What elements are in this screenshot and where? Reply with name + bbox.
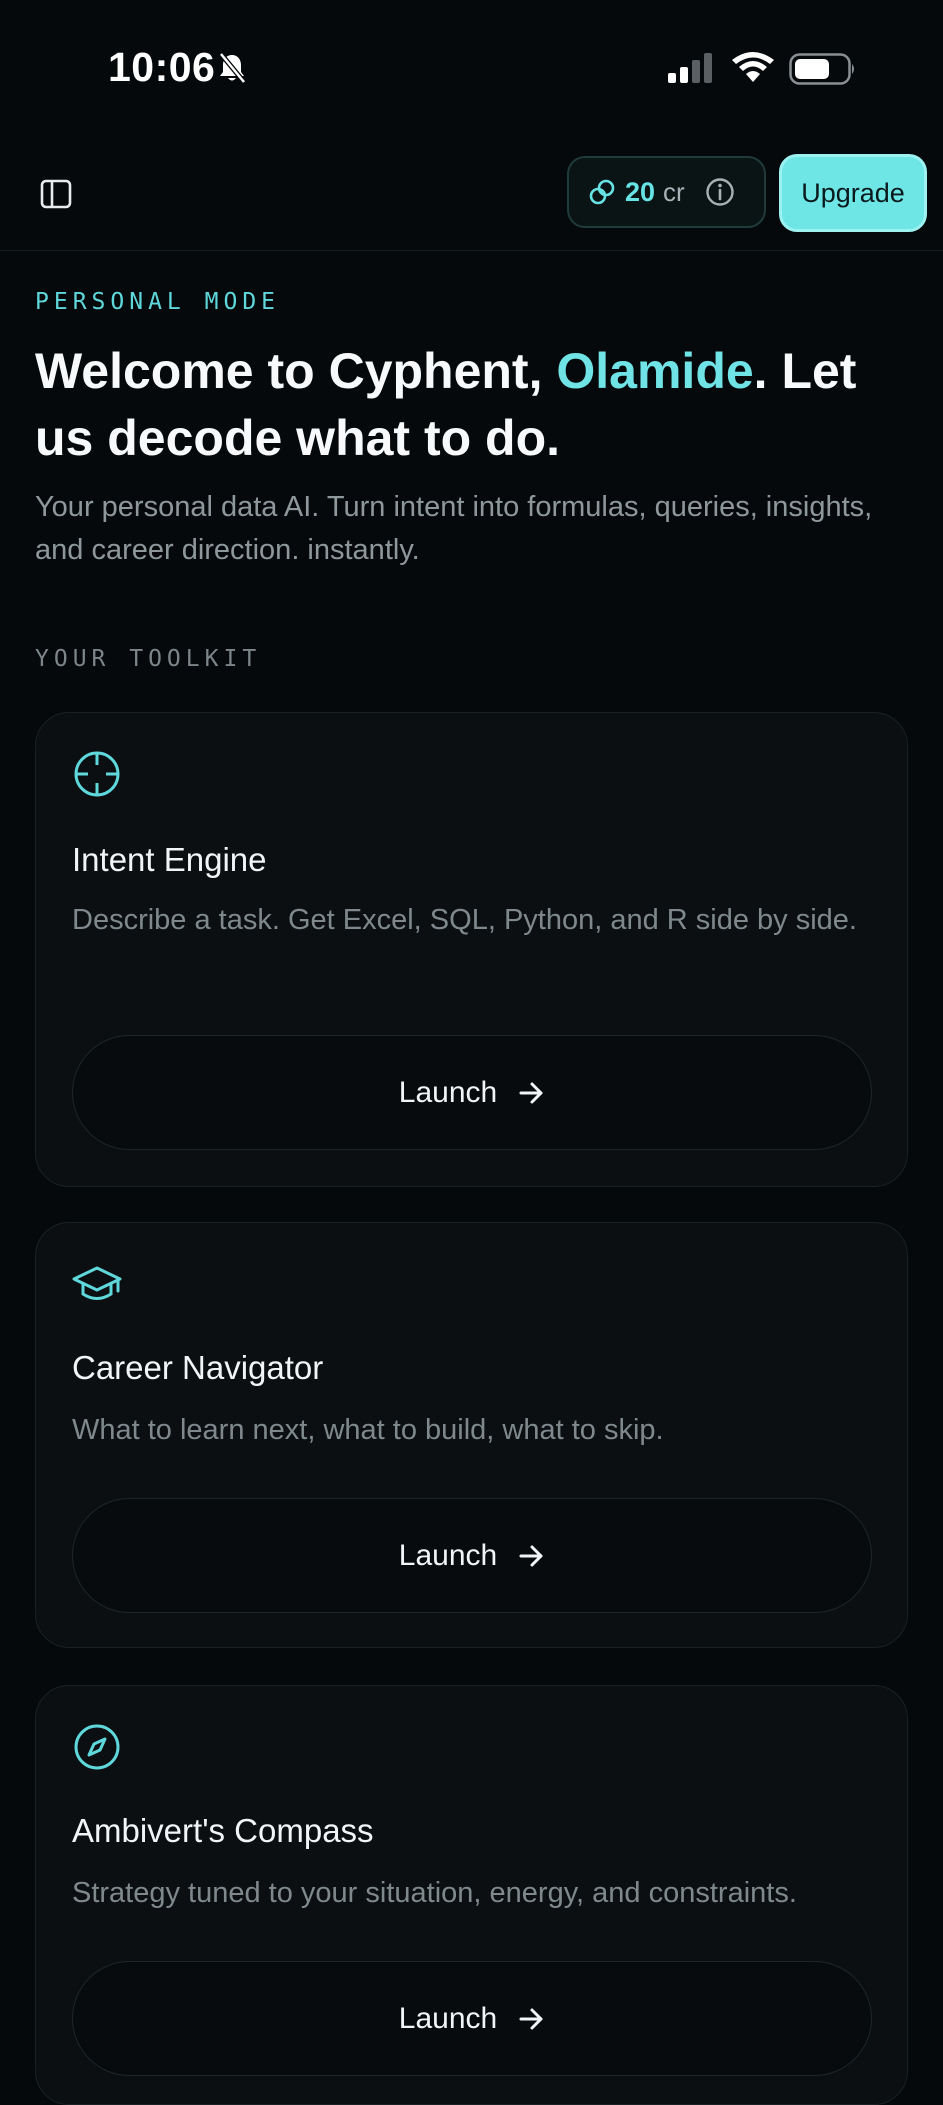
launch-label: Launch [398,2001,498,2035]
graduation-cap-icon [72,1259,122,1309]
tool-title: Intent Engine [72,841,267,878]
tool-card-ambiverts-compass: Ambivert's Compass Strategy tuned to you… [35,1685,908,2105]
credits-count: 20 [625,176,656,207]
upgrade-button[interactable]: Upgrade [779,154,927,232]
page-title: Welcome to Cyphent, Olamide. Let us deco… [35,338,915,472]
arrow-right-icon [519,2007,545,2031]
status-time: 10:06 [108,44,216,90]
status-bar: 10:06 [0,0,943,140]
tool-description: Strategy tuned to your situation, energy… [72,1877,797,1909]
launch-label: Launch [398,1075,498,1109]
user-name: Olamide [556,343,754,399]
toolkit-section-label: YOUR TOOLKIT [35,646,262,672]
launch-ambiverts-compass-button[interactable]: Launch [72,1961,872,2076]
mode-eyebrow: PERSONAL MODE [35,289,281,315]
tool-card-intent-engine: Intent Engine Describe a task. Get Excel… [35,712,908,1187]
tool-card-career-navigator: Career Navigator What to learn next, wha… [35,1222,908,1648]
battery-icon [789,53,857,90]
signal-icon [668,53,716,88]
tool-description: Describe a task. Get Excel, SQL, Python,… [72,904,857,936]
launch-label: Launch [398,1538,498,1572]
info-icon[interactable] [705,177,735,207]
tool-title: Ambivert's Compass [72,1812,374,1849]
headline-prefix: Welcome to Cyphent, [35,343,557,399]
launch-career-navigator-button[interactable]: Launch [72,1498,872,1613]
link-icon [587,177,617,207]
bell-off-icon [218,52,246,89]
arrow-right-icon [519,1081,545,1105]
app-header: 20 cr Upgrade [0,150,943,251]
tool-description: What to learn next, what to build, what … [72,1414,664,1446]
page-subtitle: Your personal data AI. Turn intent into … [35,491,873,566]
tool-title: Career Navigator [72,1349,324,1386]
compass-icon [72,1722,122,1772]
arrow-right-icon [519,1544,545,1568]
credits-unit: cr [663,176,685,207]
sidebar-toggle-icon [40,179,72,214]
credits-badge[interactable]: 20 cr [567,156,766,228]
crosshair-icon [72,749,122,799]
sidebar-toggle-button[interactable] [36,176,76,216]
launch-intent-engine-button[interactable]: Launch [72,1035,872,1150]
wifi-icon [731,52,775,89]
